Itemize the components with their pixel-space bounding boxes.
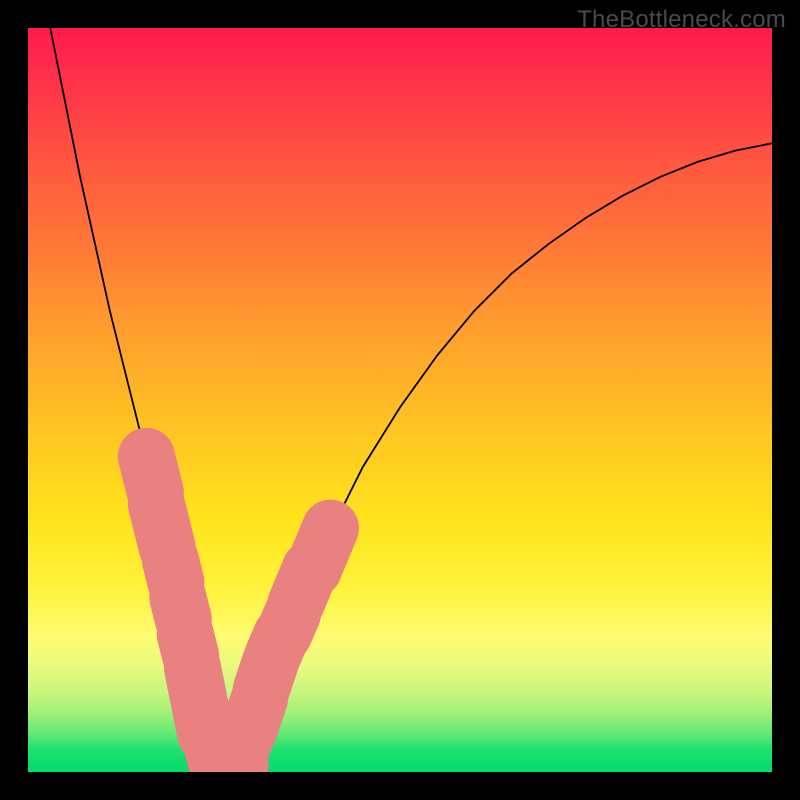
chart-svg (28, 28, 772, 772)
chart-frame: TheBottleneck.com (0, 0, 800, 800)
marker-layer (112, 422, 368, 772)
bottleneck-curve (50, 28, 772, 765)
chart-plot-area (28, 28, 772, 772)
